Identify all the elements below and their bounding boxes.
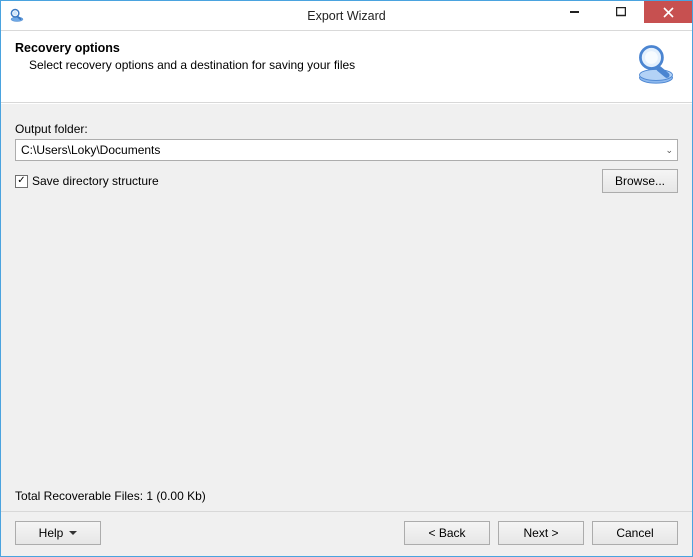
cancel-button[interactable]: Cancel bbox=[592, 521, 678, 545]
help-button[interactable]: Help bbox=[15, 521, 101, 545]
wizard-body: Output folder: C:\Users\Loky\Documents ⌄… bbox=[1, 103, 692, 511]
minimize-button[interactable] bbox=[552, 1, 598, 23]
save-directory-label: Save directory structure bbox=[32, 174, 159, 188]
app-icon bbox=[8, 5, 26, 26]
checkbox-icon: ✓ bbox=[15, 175, 28, 188]
caret-down-icon bbox=[69, 531, 77, 535]
chevron-down-icon: ⌄ bbox=[665, 145, 673, 156]
output-folder-value: C:\Users\Loky\Documents bbox=[21, 143, 160, 157]
titlebar: Export Wizard bbox=[1, 1, 692, 31]
back-button[interactable]: < Back bbox=[404, 521, 490, 545]
maximize-button[interactable] bbox=[598, 1, 644, 23]
output-folder-dropdown[interactable]: C:\Users\Loky\Documents ⌄ bbox=[15, 139, 678, 161]
header-title: Recovery options bbox=[15, 41, 355, 55]
header-subtitle: Select recovery options and a destinatio… bbox=[29, 58, 355, 72]
save-directory-checkbox[interactable]: ✓ Save directory structure bbox=[15, 174, 159, 188]
output-folder-label: Output folder: bbox=[15, 122, 678, 136]
next-button[interactable]: Next > bbox=[498, 521, 584, 545]
magnifier-icon bbox=[634, 41, 678, 88]
close-button[interactable] bbox=[644, 1, 692, 23]
status-text: Total Recoverable Files: 1 (0.00 Kb) bbox=[15, 489, 678, 503]
wizard-header: Recovery options Select recovery options… bbox=[1, 31, 692, 103]
browse-button[interactable]: Browse... bbox=[602, 169, 678, 193]
wizard-footer: Help < Back Next > Cancel bbox=[1, 511, 692, 556]
